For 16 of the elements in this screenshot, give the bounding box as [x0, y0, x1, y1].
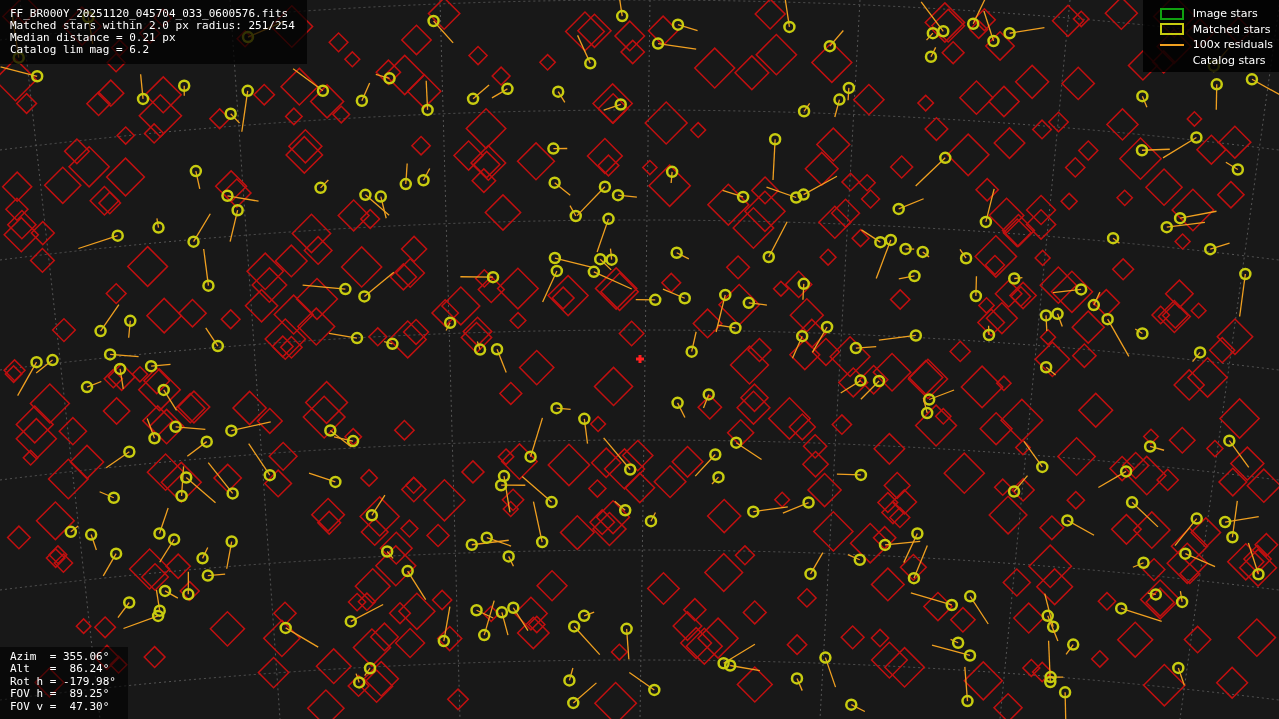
legend-label: Catalog stars	[1192, 53, 1266, 67]
pointing-text: Alt = 86.24°	[10, 663, 111, 676]
plus-icon	[634, 353, 646, 365]
info-text: Catalog lim mag = 6.2	[10, 44, 151, 56]
image-swatch-icon	[1159, 7, 1184, 20]
matched-swatch-icon	[1159, 23, 1184, 36]
info-text: Median distance = 0.21 px	[10, 32, 177, 44]
info-text: FF_BR000Y_20251120_045704_033_0600576.fits	[10, 8, 290, 20]
legend-label: Matched stars	[1192, 22, 1271, 36]
pointing-text: Rot h = -179.98°	[10, 675, 116, 688]
pointing-text: FOV v = 47.30°	[10, 700, 111, 713]
pointing-text: Azim = 355.06°	[10, 650, 111, 663]
legend-label: 100x residuals	[1192, 38, 1273, 52]
pointing-text: FOV h = 89.25°	[10, 688, 111, 701]
info-text: Matched stars within 2.0 px radius: 251/254	[10, 20, 295, 32]
legend-label: Image stars	[1192, 7, 1258, 21]
